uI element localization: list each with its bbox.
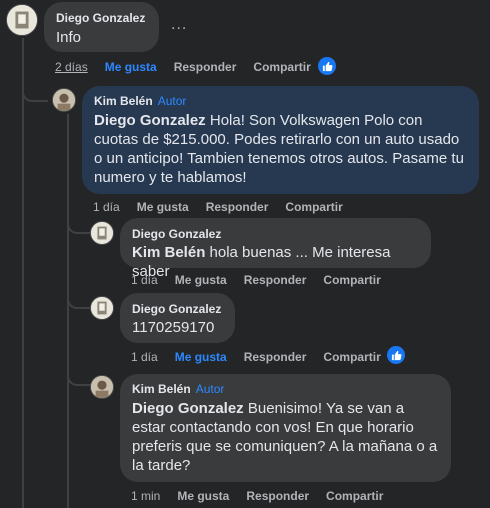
thread-line-inner [67,114,69,508]
mention-link[interactable]: Diego Gonzalez [94,112,206,129]
author-badge: Autor [195,382,225,396]
thread-line [22,38,24,508]
comment-text: Diego Gonzalez Buenisimo! Ya se van a es… [132,400,438,474]
comment-time[interactable]: 1 día [131,350,158,364]
like-button[interactable]: Me gusta [177,489,229,503]
comment-author[interactable]: Diego Gonzalez [132,301,223,317]
share-button[interactable]: Compartir [253,60,310,74]
author-badge: Autor [157,94,187,108]
share-button[interactable]: Compartir [323,350,380,364]
mention-link[interactable]: Diego Gonzalez [132,400,244,417]
like-reaction-icon[interactable] [387,346,405,364]
comment-text: 1170259170 [132,319,215,336]
like-button[interactable]: Me gusta [137,200,189,214]
comment-bubble: Diego Gonzalez Kim Belén hola buenas ...… [120,218,431,280]
like-button[interactable]: Me gusta [105,60,157,74]
comment-actions: 1 min Me gusta Responder Compartir [131,489,383,503]
reply-button[interactable]: Responder [246,489,309,503]
comment-actions: 1 día Me gusta Responder Compartir [131,350,381,364]
comment-actions: 1 día Me gusta Responder Compartir [93,200,343,214]
comment-time[interactable]: 1 día [93,200,120,214]
thread-connector [22,84,48,102]
avatar[interactable] [90,375,114,399]
comment-author[interactable]: Kim Belén [94,94,153,108]
like-button[interactable]: Me gusta [175,350,227,364]
more-options-icon[interactable]: ... [171,16,187,34]
comment-bubble: Kim Belén Autor Diego Gonzalez Buenisimo!… [120,374,451,482]
avatar[interactable] [90,221,114,245]
thread-connector [67,370,91,386]
share-button[interactable]: Compartir [285,200,342,214]
comment-actions: 2 días Me gusta Responder Compartir [55,60,311,74]
avatar[interactable] [52,88,76,112]
share-button[interactable]: Compartir [326,489,383,503]
reply-button[interactable]: Responder [244,350,307,364]
comment-author[interactable]: Kim Belén [132,382,191,396]
reply-button[interactable]: Responder [174,60,237,74]
avatar[interactable] [90,296,114,320]
comment-actions: 1 día Me gusta Responder Compartir [131,273,381,287]
comment-author[interactable]: Diego Gonzalez [132,226,419,242]
thread-connector [67,293,91,309]
mention-link[interactable]: Kim Belén [132,244,205,261]
comment-bubble: Diego Gonzalez Info [44,2,159,52]
comment-bubble: Diego Gonzalez 1170259170 [120,293,235,343]
avatar[interactable] [6,4,38,36]
comment-bubble: Kim Belén Autor Diego Gonzalez Hola! Son … [82,86,479,194]
comment-text: Diego Gonzalez Hola! Son Volkswagen Polo… [94,112,464,186]
share-button[interactable]: Compartir [323,273,380,287]
comment-time[interactable]: 1 día [131,273,158,287]
comment-time[interactable]: 1 min [131,489,160,503]
like-reaction-icon[interactable] [318,57,336,75]
reply-button[interactable]: Responder [206,200,269,214]
comment-author[interactable]: Diego Gonzalez [56,10,147,26]
reply-button[interactable]: Responder [244,273,307,287]
like-button[interactable]: Me gusta [175,273,227,287]
comment-text: Info [56,29,82,46]
thread-connector [67,218,91,234]
comment-time[interactable]: 2 días [55,60,88,74]
